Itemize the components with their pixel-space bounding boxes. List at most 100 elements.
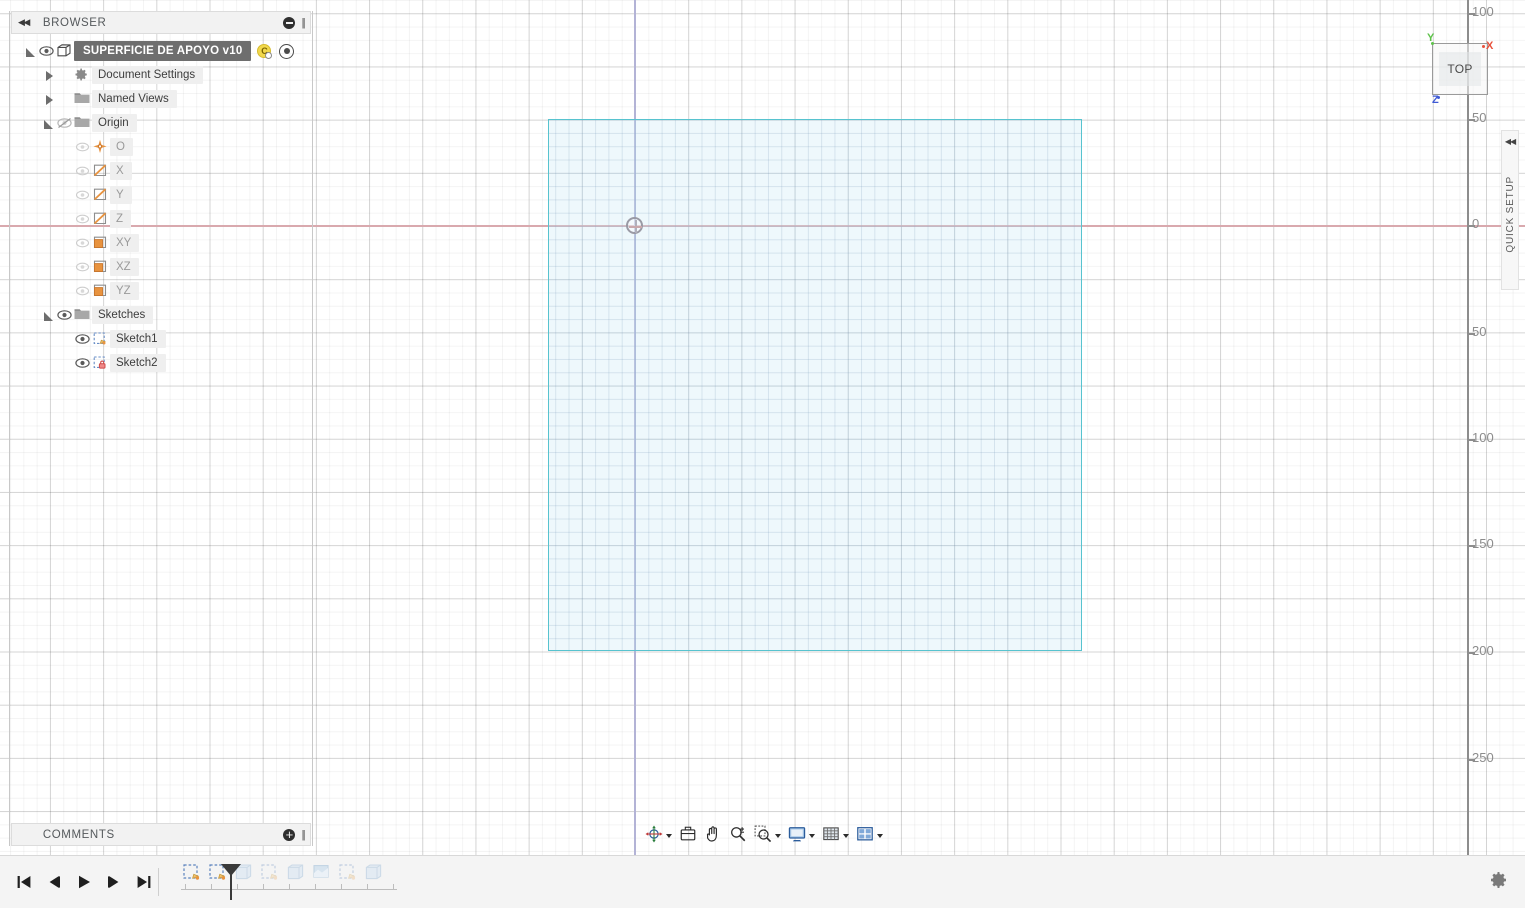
display-settings-icon[interactable] [788, 825, 806, 848]
component-badge[interactable]: C [257, 44, 271, 58]
tree-node-label: XY [110, 234, 139, 252]
timeline-bar [0, 855, 1525, 908]
tree-node-label: Sketch1 [110, 330, 166, 348]
viewports-icon[interactable] [856, 825, 874, 848]
eye-dim-icon[interactable] [74, 135, 91, 159]
eye-dim-icon[interactable] [74, 231, 91, 255]
tree-node-o[interactable]: O [11, 135, 311, 159]
origin-point-marker[interactable] [626, 217, 643, 234]
tree-node-document-settings[interactable]: Document Settings [11, 63, 311, 87]
step-back-icon[interactable] [46, 874, 62, 890]
expand-arrow [61, 213, 74, 226]
eye-visible-icon[interactable] [74, 327, 91, 351]
viewcube-face-label[interactable]: TOP [1439, 52, 1481, 86]
chevron-down-icon[interactable] [775, 834, 781, 838]
zoom-window-button[interactable] [752, 824, 783, 848]
expand-arrow [61, 333, 74, 346]
eye-dim-icon[interactable] [74, 255, 91, 279]
eye-hidden-icon[interactable] [56, 111, 73, 135]
tree-node-y[interactable]: Y [11, 183, 311, 207]
grid-snaps-icon[interactable] [822, 825, 840, 848]
tree-node-sketch2[interactable]: Sketch2 [11, 351, 311, 375]
folder-icon [73, 87, 92, 111]
axis-line-icon [91, 159, 110, 183]
ruler-tick-label: 100 [1472, 430, 1494, 445]
collapse-left-icon[interactable]: ◀◀ [1505, 137, 1515, 146]
eye-visible-icon[interactable] [38, 39, 55, 63]
tree-node-label: XZ [110, 258, 139, 276]
go-to-end-icon[interactable] [136, 874, 152, 890]
display-settings-button[interactable] [786, 824, 817, 848]
activate-component-icon[interactable] [279, 44, 294, 59]
tree-node-xy[interactable]: XY [11, 231, 311, 255]
pan-hand-button[interactable] [702, 824, 724, 848]
step-forward-icon[interactable] [106, 874, 122, 890]
tree-node-sketch1[interactable]: Sketch1 [11, 327, 311, 351]
resize-grip-icon[interactable]: ||| [301, 829, 304, 841]
expand-arrow[interactable] [25, 45, 38, 58]
ruler-tick-label: 0 [1472, 216, 1479, 231]
expand-arrow[interactable] [43, 93, 56, 106]
zoom-icon[interactable] [729, 825, 747, 848]
expand-arrow [61, 237, 74, 250]
gear-icon[interactable] [1489, 870, 1511, 892]
eye-visible-icon[interactable] [74, 351, 91, 375]
look-at-button[interactable] [677, 824, 699, 848]
pan-hand-icon[interactable] [704, 825, 722, 848]
tree-node-xz[interactable]: XZ [11, 255, 311, 279]
eye-dim-icon[interactable] [74, 207, 91, 231]
go-to-beginning-icon[interactable] [16, 874, 32, 890]
look-at-icon[interactable] [679, 825, 697, 848]
ruler-tick-label: 150 [1472, 536, 1494, 551]
eye-dim-icon[interactable] [74, 183, 91, 207]
tree-node-label: Origin [92, 114, 137, 132]
tree-node-named-views[interactable]: Named Views [11, 87, 311, 111]
root-component-label[interactable]: SUPERFICIE DE APOYO v10 [74, 41, 251, 61]
folder-icon [73, 111, 92, 135]
browser-root-component[interactable]: SUPERFICIE DE APOYO v10 C [11, 39, 311, 63]
chevron-down-icon[interactable] [809, 834, 815, 838]
quick-setup-panel[interactable]: ◀◀ QUICK SETUP [1501, 130, 1519, 290]
comments-header[interactable]: ◀◀ COMMENTS ||| [11, 823, 311, 846]
tree-node-sketches[interactable]: Sketches [11, 303, 311, 327]
chevron-down-icon[interactable] [666, 834, 672, 838]
expand-arrow [61, 141, 74, 154]
chevron-down-icon[interactable] [843, 834, 849, 838]
orbit-button[interactable] [643, 824, 674, 848]
viewports-button[interactable] [854, 824, 885, 848]
tree-node-z[interactable]: Z [11, 207, 311, 231]
tree-node-yz[interactable]: YZ [11, 279, 311, 303]
tree-node-origin[interactable]: Origin [11, 111, 311, 135]
browser-tree: SUPERFICIE DE APOYO v10 C Document Setting… [11, 39, 311, 375]
expand-arrow[interactable] [43, 69, 56, 82]
collapse-left-icon[interactable]: ◀◀ [18, 17, 29, 28]
resize-grip-icon[interactable]: ||| [301, 17, 304, 29]
play-icon[interactable] [76, 874, 92, 890]
sketch-rectangle-profile[interactable] [548, 119, 1082, 651]
zoom-button[interactable] [727, 824, 749, 848]
tree-node-x[interactable]: X [11, 159, 311, 183]
timeline-feature-list[interactable] [181, 862, 389, 902]
zoom-window-icon[interactable] [754, 825, 772, 848]
navigation-toolbar[interactable] [643, 824, 885, 848]
viewcube[interactable]: TOP [1432, 43, 1488, 95]
browser-header[interactable]: ◀◀ BROWSER ||| [11, 11, 311, 34]
eye-dim-icon[interactable] [74, 159, 91, 183]
timeline-marker[interactable] [230, 866, 232, 900]
minus-circle-icon[interactable] [283, 17, 295, 29]
eye-dim-icon[interactable] [74, 279, 91, 303]
timeline-playback-controls[interactable] [16, 874, 152, 890]
orbit-icon[interactable] [645, 825, 663, 848]
timeline-tick [315, 884, 316, 890]
grid-snaps-button[interactable] [820, 824, 851, 848]
eye-visible-icon[interactable] [56, 303, 73, 327]
expand-arrow[interactable] [43, 117, 56, 130]
chevron-down-icon[interactable] [877, 834, 883, 838]
viewcube-axis-z-dot [1437, 96, 1440, 99]
plane-icon [91, 231, 110, 255]
axis-line-icon [91, 207, 110, 231]
expand-arrow[interactable] [43, 309, 56, 322]
ruler-tick-label: 250 [1472, 750, 1494, 765]
plus-circle-icon[interactable] [283, 829, 295, 841]
timeline-tick [367, 884, 368, 890]
